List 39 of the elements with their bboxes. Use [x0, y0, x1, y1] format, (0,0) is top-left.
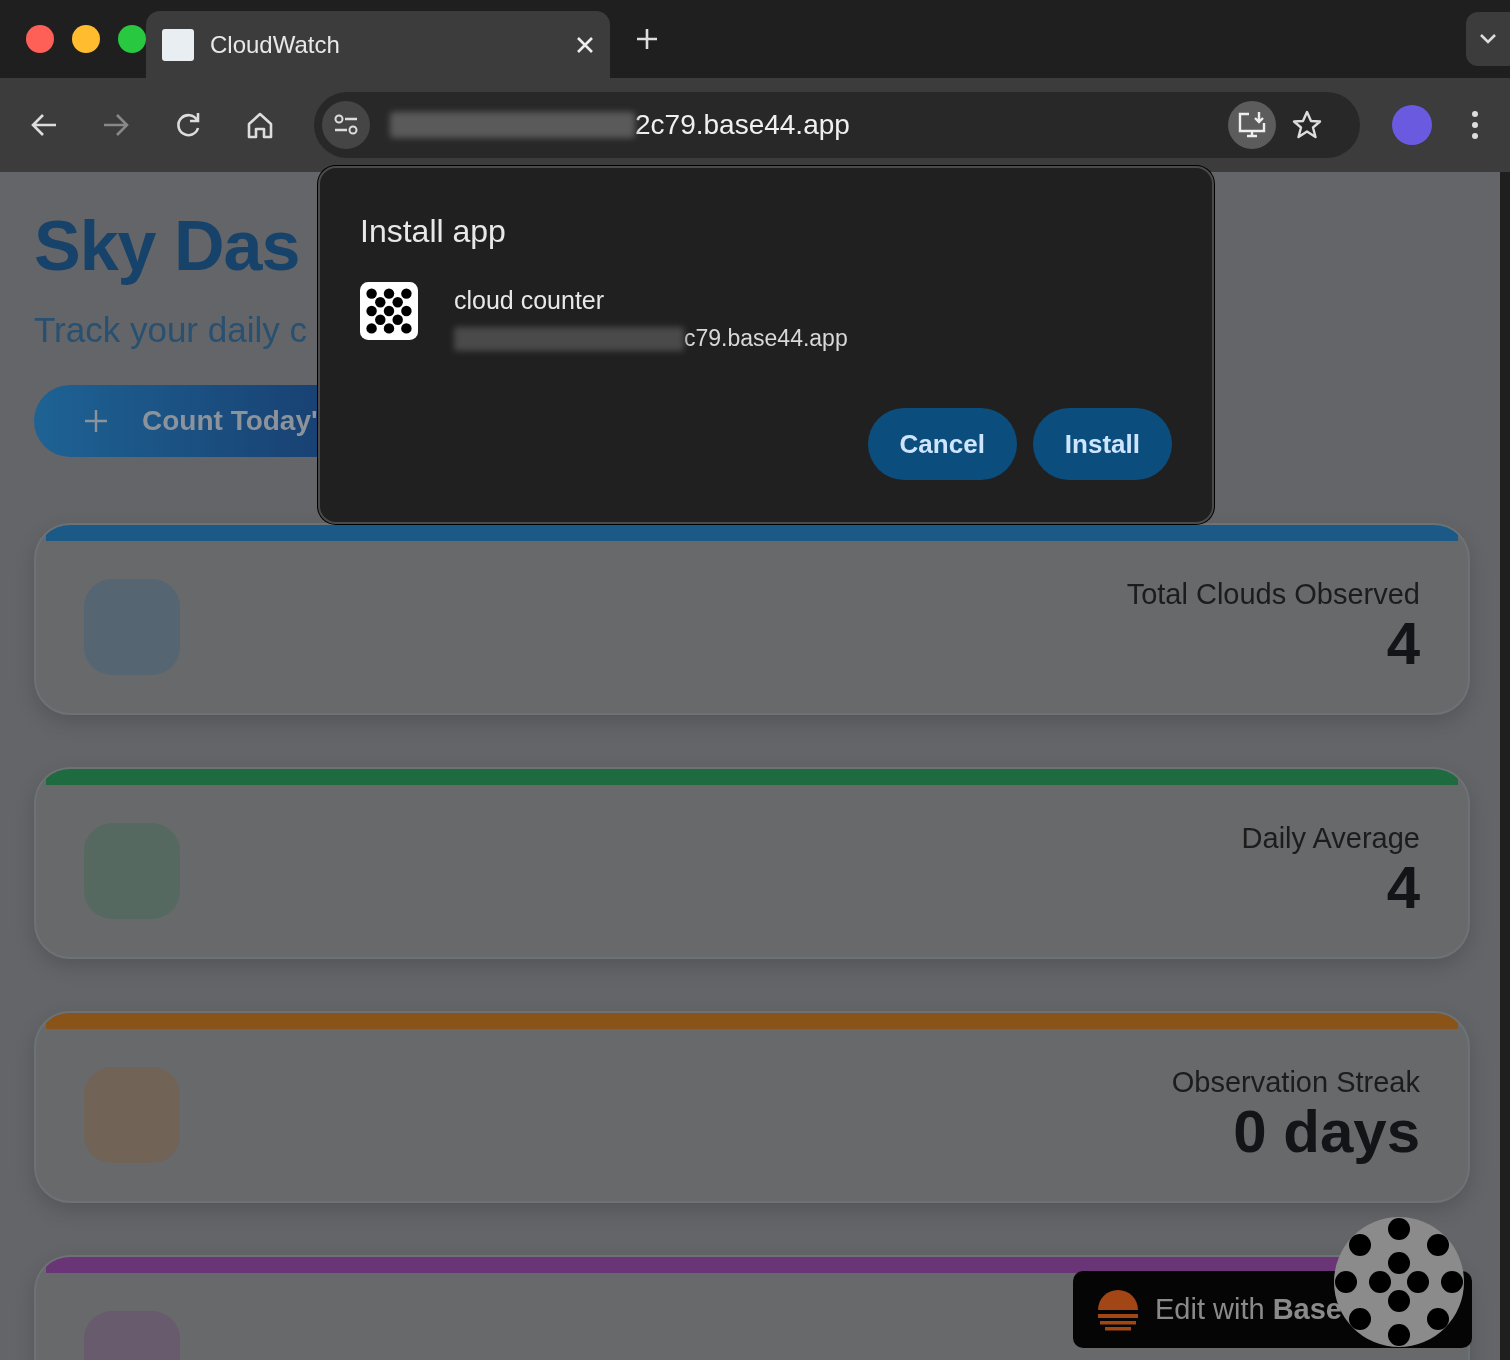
- dialog-button[interactable]: Install: [1032, 408, 1172, 481]
- browser-tab[interactable]: CloudWatch: [146, 11, 610, 78]
- chevron-down-icon: [1479, 33, 1497, 45]
- maximize-window-button[interactable]: [118, 25, 146, 53]
- stat-label: Observation Streak: [1170, 1065, 1420, 1099]
- page-subtitle: Track your daily c: [34, 309, 307, 351]
- app-name: cloud counter: [454, 286, 606, 316]
- stat-label: Total Clouds Observed: [1125, 577, 1420, 611]
- tab-search-button[interactable]: [1466, 12, 1510, 66]
- plus-icon: [84, 409, 108, 433]
- reload-icon[interactable]: [174, 111, 202, 139]
- stat-label: Daily Average: [1240, 821, 1420, 855]
- forward-icon[interactable]: [102, 112, 130, 138]
- home-icon[interactable]: [246, 111, 274, 139]
- address-text: 2c79.base44.app: [635, 109, 850, 141]
- badge-text: Edit with Base: [1155, 1293, 1342, 1326]
- dialog-button[interactable]: Cancel: [867, 408, 1017, 481]
- sliders-icon: [333, 114, 359, 136]
- site-settings-button[interactable]: [322, 101, 370, 149]
- address-bar[interactable]: 2c79.base44.app: [314, 92, 1360, 158]
- tab-title: CloudWatch: [210, 30, 341, 59]
- back-icon[interactable]: [30, 112, 58, 138]
- install-app-button[interactable]: [1228, 101, 1276, 149]
- close-tab-icon[interactable]: [576, 35, 594, 54]
- stat-value: 4: [1386, 854, 1420, 921]
- more-menu-icon[interactable]: [1472, 111, 1478, 139]
- minimize-window-button[interactable]: [72, 25, 100, 53]
- stat-value: 4: [1385, 610, 1420, 677]
- favicon-icon: [162, 28, 194, 61]
- bookmark-star-icon[interactable]: [1292, 110, 1322, 140]
- app-url: c79.base44.app: [684, 325, 848, 353]
- monitor-download-icon: [1237, 111, 1267, 139]
- dialog-title: Install app: [360, 212, 507, 251]
- app-icon: [360, 282, 418, 341]
- new-tab-icon[interactable]: [636, 28, 658, 50]
- sunset-logo-icon: [1097, 1288, 1139, 1331]
- stat-value: 0 days: [1232, 1098, 1420, 1165]
- close-window-button[interactable]: [26, 25, 54, 53]
- page-title: Sky Das: [34, 208, 300, 285]
